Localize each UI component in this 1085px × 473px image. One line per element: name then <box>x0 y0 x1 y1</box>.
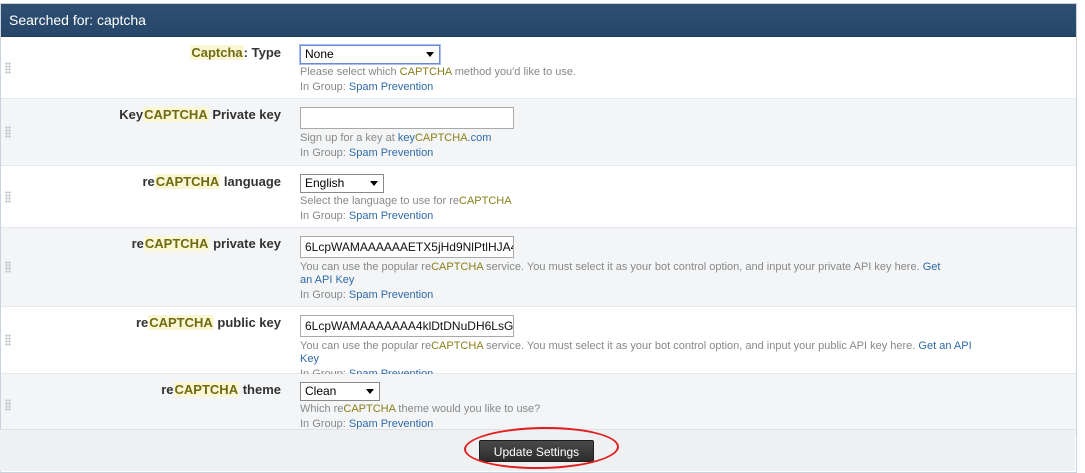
chevron-down-icon <box>366 389 374 394</box>
setting-row-recaptcha-private-key: reCAPTCHA private key 6LcpWAMAAAAAAETX5j… <box>1 228 1076 307</box>
setting-row-recaptcha-public-key: reCAPTCHA public key 6LcpWAMAAAAAAA4klDt… <box>1 307 1076 380</box>
setting-row-captcha-type: Captcha: Type None Please select which C… <box>1 37 1076 99</box>
setting-label: reCAPTCHA public key <box>135 315 281 330</box>
setting-label: reCAPTCHA theme <box>161 382 281 397</box>
setting-label: reCAPTCHA private key <box>131 236 281 251</box>
setting-label: reCAPTCHA language <box>142 174 281 189</box>
captcha-type-select[interactable]: None <box>300 45 440 64</box>
header-title: Searched for: captcha <box>9 12 146 28</box>
setting-description: You can use the popular reCAPTCHA servic… <box>300 340 972 365</box>
recaptcha-private-key-input[interactable]: 6LcpWAMAAAAAAETX5jHd9NlPtlHJA4 <box>300 236 514 258</box>
update-settings-button[interactable]: Update Settings <box>479 440 594 462</box>
setting-description: Select the language to use for reCAPTCHA <box>300 195 512 207</box>
search-results-header: Searched for: captcha <box>1 4 1076 37</box>
chevron-down-icon <box>426 52 434 57</box>
drag-handle-icon[interactable] <box>5 126 11 138</box>
drag-handle-icon[interactable] <box>5 61 11 74</box>
setting-group: In Group: Spam Prevention <box>300 210 434 222</box>
settings-footer: Update Settings <box>0 429 1075 471</box>
group-link-spam-prevention[interactable]: Spam Prevention <box>349 147 433 159</box>
drag-handle-icon[interactable] <box>5 334 11 346</box>
settings-panel: Searched for: captcha Captcha: Type None… <box>0 3 1077 473</box>
chevron-down-icon <box>370 181 378 186</box>
setting-row-keycaptcha-private-key: KeyCAPTCHA Private key Sign up for a key… <box>1 99 1076 166</box>
setting-label: Captcha: Type <box>190 45 281 60</box>
setting-group: In Group: Spam Prevention <box>300 81 434 93</box>
group-link-spam-prevention[interactable]: Spam Prevention <box>349 210 433 222</box>
setting-row-recaptcha-theme: reCAPTCHA theme Clean Which reCAPTCHA th… <box>1 374 1076 436</box>
setting-label: KeyCAPTCHA Private key <box>119 107 281 122</box>
keycaptcha-private-key-input[interactable] <box>300 107 514 129</box>
recaptcha-theme-select[interactable]: Clean <box>300 382 380 401</box>
setting-description: Which reCAPTCHA theme would you like to … <box>300 403 541 415</box>
recaptcha-public-key-input[interactable]: 6LcpWAMAAAAAAA4klDtDNuDH6LsGc <box>300 315 514 337</box>
drag-handle-icon[interactable] <box>5 190 11 203</box>
setting-description: You can use the popular reCAPTCHA servic… <box>300 261 941 286</box>
group-link-spam-prevention[interactable]: Spam Prevention <box>349 81 433 93</box>
drag-handle-icon[interactable] <box>5 261 11 273</box>
drag-handle-icon[interactable] <box>5 398 11 411</box>
setting-row-recaptcha-language: reCAPTCHA language English Select the la… <box>1 166 1076 228</box>
setting-group: In Group: Spam Prevention <box>300 289 434 301</box>
group-link-spam-prevention[interactable]: Spam Prevention <box>349 289 433 301</box>
setting-group: In Group: Spam Prevention <box>300 147 434 159</box>
keycaptcha-link[interactable]: keyCAPTCHA.com <box>398 132 492 144</box>
recaptcha-language-select[interactable]: English <box>300 174 384 193</box>
setting-description: Sign up for a key at keyCAPTCHA.com <box>300 132 492 144</box>
setting-description: Please select which CAPTCHA method you'd… <box>300 66 577 78</box>
